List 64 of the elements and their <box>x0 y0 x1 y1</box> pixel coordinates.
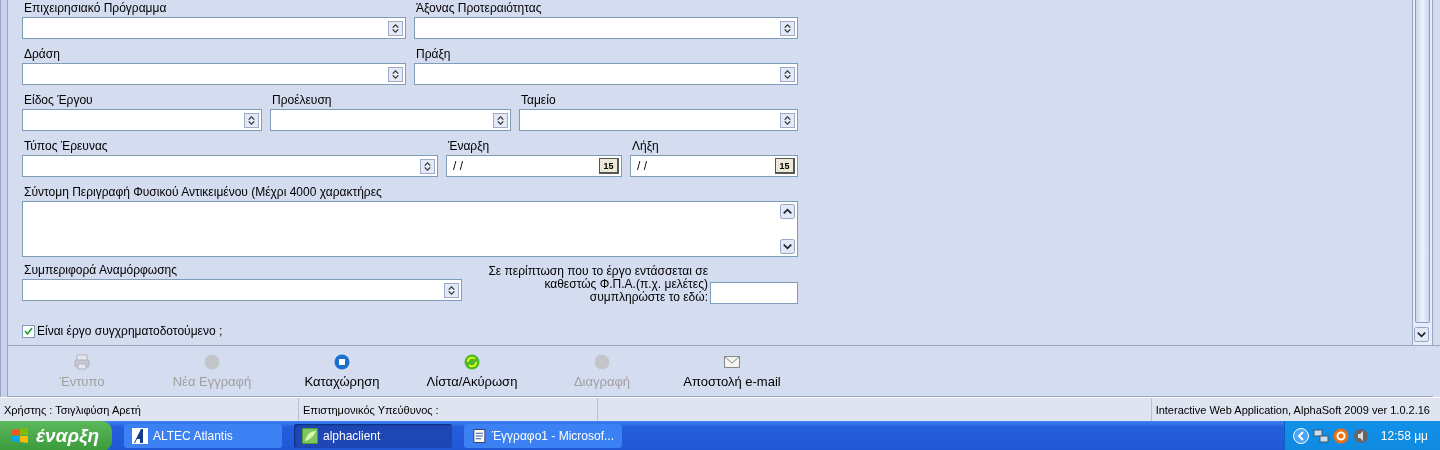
circle-icon <box>204 353 220 370</box>
field-label: Συμπεριφορά Αναμόρφωσης <box>23 263 179 277</box>
network-icon[interactable] <box>1312 428 1329 444</box>
status-bar-cell-text: Interactive Web Application, AlphaSoft 2009 ver 1.0.2.16 <box>1154 402 1431 418</box>
clock: 12:58 μμ <box>1380 429 1428 443</box>
spinner-icon[interactable] <box>388 66 403 82</box>
date-field[interactable]: / / 15 <box>630 155 798 177</box>
taskbar-button[interactable]: alphaclient <box>294 424 452 448</box>
dropdown-field[interactable] <box>22 17 406 39</box>
calendar-button[interactable]: 15 <box>599 158 619 174</box>
checkbox-label: Είναι έργο συγχρηματοδοτούμενο ; <box>37 324 223 338</box>
spinner-icon[interactable] <box>444 282 459 298</box>
windows-flag-icon <box>10 426 30 446</box>
circle-icon <box>594 353 610 370</box>
field-label: Επιχειρησιακό Πρόγραμμα <box>23 1 168 15</box>
spinner-icon[interactable] <box>420 158 435 174</box>
field-label: Ταμείο <box>520 93 557 107</box>
field-label: Τύπος Έρευνας <box>23 139 109 153</box>
a-logo-icon <box>132 428 148 444</box>
field-label: Δράση <box>23 47 61 61</box>
dropdown-field[interactable] <box>414 63 798 85</box>
document-icon <box>472 428 487 444</box>
spinner-icon[interactable] <box>388 20 403 36</box>
speaker-icon[interactable] <box>1352 428 1369 444</box>
field-label: Σύντομη Περιγραφή Φυσικού Αντικειμένου (Μέχρι 4000 χαρακτήρες <box>23 185 383 199</box>
field-label: Λήξη <box>631 139 660 153</box>
spinner-icon[interactable] <box>780 66 795 82</box>
leaf-icon <box>302 428 318 444</box>
spinner-icon[interactable] <box>493 112 508 128</box>
vertical-scrollbar[interactable] <box>1412 0 1433 345</box>
ring-icon[interactable] <box>1332 428 1349 444</box>
printer-icon <box>74 353 90 370</box>
toolbar-button[interactable]: Αποστολή e-mail <box>680 353 784 389</box>
date-field[interactable]: / / 15 <box>446 155 622 177</box>
toolbar-button[interactable]: Λίστα/Ακύρωση <box>420 353 524 389</box>
dropdown-field[interactable] <box>270 109 511 131</box>
dropdown-field[interactable] <box>414 17 798 39</box>
field-label: Άξονας Προτεραιότητας <box>415 1 543 15</box>
field-label: Προέλευση <box>271 93 333 107</box>
scroll-down-icon[interactable] <box>780 239 795 254</box>
vat-input-field[interactable] <box>710 282 798 304</box>
calendar-button[interactable]: 15 <box>775 158 795 174</box>
taskbar-button[interactable]: ALTEC Atlantis <box>124 424 282 448</box>
checkbox[interactable] <box>22 324 35 338</box>
chevron-icon[interactable] <box>1292 428 1309 444</box>
envelope-icon <box>724 353 740 370</box>
spinner-icon[interactable] <box>780 20 795 36</box>
dropdown-field[interactable] <box>22 109 262 131</box>
toolbar-button[interactable]: Καταχώρηση <box>290 353 394 389</box>
dropdown-field[interactable] <box>519 109 798 131</box>
spinner-icon[interactable] <box>244 112 259 128</box>
field-label: Πράξη <box>415 47 452 61</box>
stop-icon <box>334 353 350 370</box>
dropdown-field[interactable] <box>22 279 462 301</box>
field-label: Είδος Έργου <box>23 93 94 107</box>
scroll-up-icon[interactable] <box>780 204 795 219</box>
scroll-down-icon[interactable] <box>1414 327 1429 342</box>
spinner-icon[interactable] <box>780 112 795 128</box>
vat-label: Σε περίπτωση που το έργο εντάσσεται σε καθεστώς Φ.Π.Α.(π.χ. μελέτες) συμπληρώστε το εδώ: <box>487 265 708 304</box>
taskbar-button[interactable]: Έγγραφο1 - Microsof... <box>464 424 622 448</box>
dropdown-field[interactable] <box>22 155 438 177</box>
dropdown-field[interactable] <box>22 63 406 85</box>
field-label: Έναρξη <box>447 139 491 153</box>
refresh-icon <box>464 353 480 370</box>
